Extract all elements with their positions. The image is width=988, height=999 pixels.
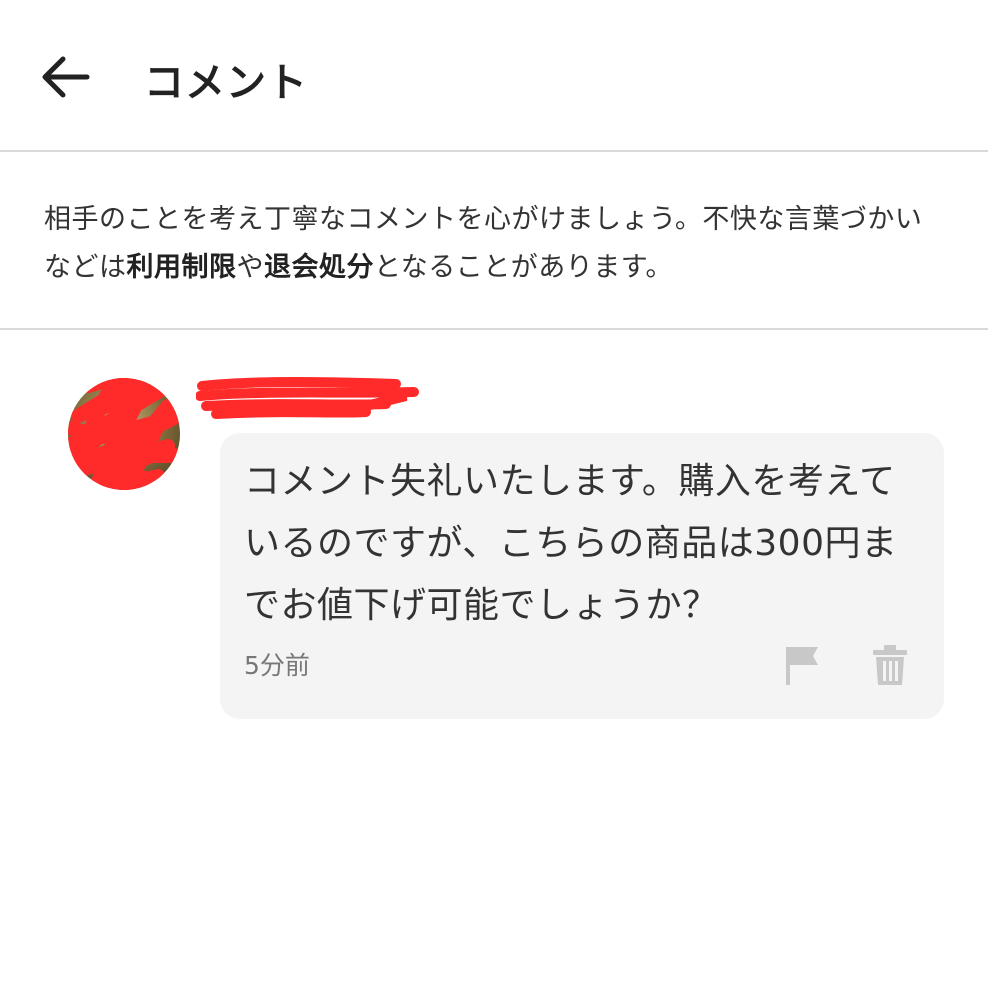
arrow-left-icon bbox=[42, 56, 90, 98]
comment-bubble: コメント失礼いたします。購入を考えているのですが、こちらの商品は300円までお値… bbox=[220, 433, 944, 719]
username-redacted[interactable] bbox=[196, 372, 426, 420]
app-header: コメント bbox=[0, 0, 988, 152]
notice-text-part: や bbox=[236, 252, 264, 283]
notice-bold-usage-restriction: 利用制限 bbox=[126, 252, 237, 283]
notice-bold-withdrawal: 退会処分 bbox=[264, 252, 374, 283]
comment-guideline-notice: 相手のことを考え丁寧なコメントを心がけましょう。不快な言葉づかいなどは利用制限や… bbox=[0, 152, 988, 330]
notice-text-part: となることがあります。 bbox=[374, 252, 673, 283]
report-button[interactable] bbox=[782, 643, 822, 687]
trash-icon bbox=[873, 645, 907, 685]
delete-button[interactable] bbox=[870, 643, 910, 687]
back-button[interactable] bbox=[30, 44, 100, 110]
comment-page: コメント 相手のことを考え丁寧なコメントを心がけましょう。不快な言葉づかいなどは… bbox=[0, 0, 988, 999]
page-title: コメント bbox=[144, 60, 308, 106]
avatar[interactable] bbox=[68, 378, 180, 490]
avatar-redaction-scribble bbox=[68, 378, 180, 490]
comment-timestamp: 5分前 bbox=[244, 651, 310, 680]
comment-text: コメント失礼いたします。購入を考えているのですが、こちらの商品は300円までお値… bbox=[244, 461, 898, 626]
notice-text: 相手のことを考え丁寧なコメントを心がけましょう。不快な言葉づかいなどは利用制限や… bbox=[44, 196, 944, 292]
flag-icon bbox=[786, 647, 818, 685]
